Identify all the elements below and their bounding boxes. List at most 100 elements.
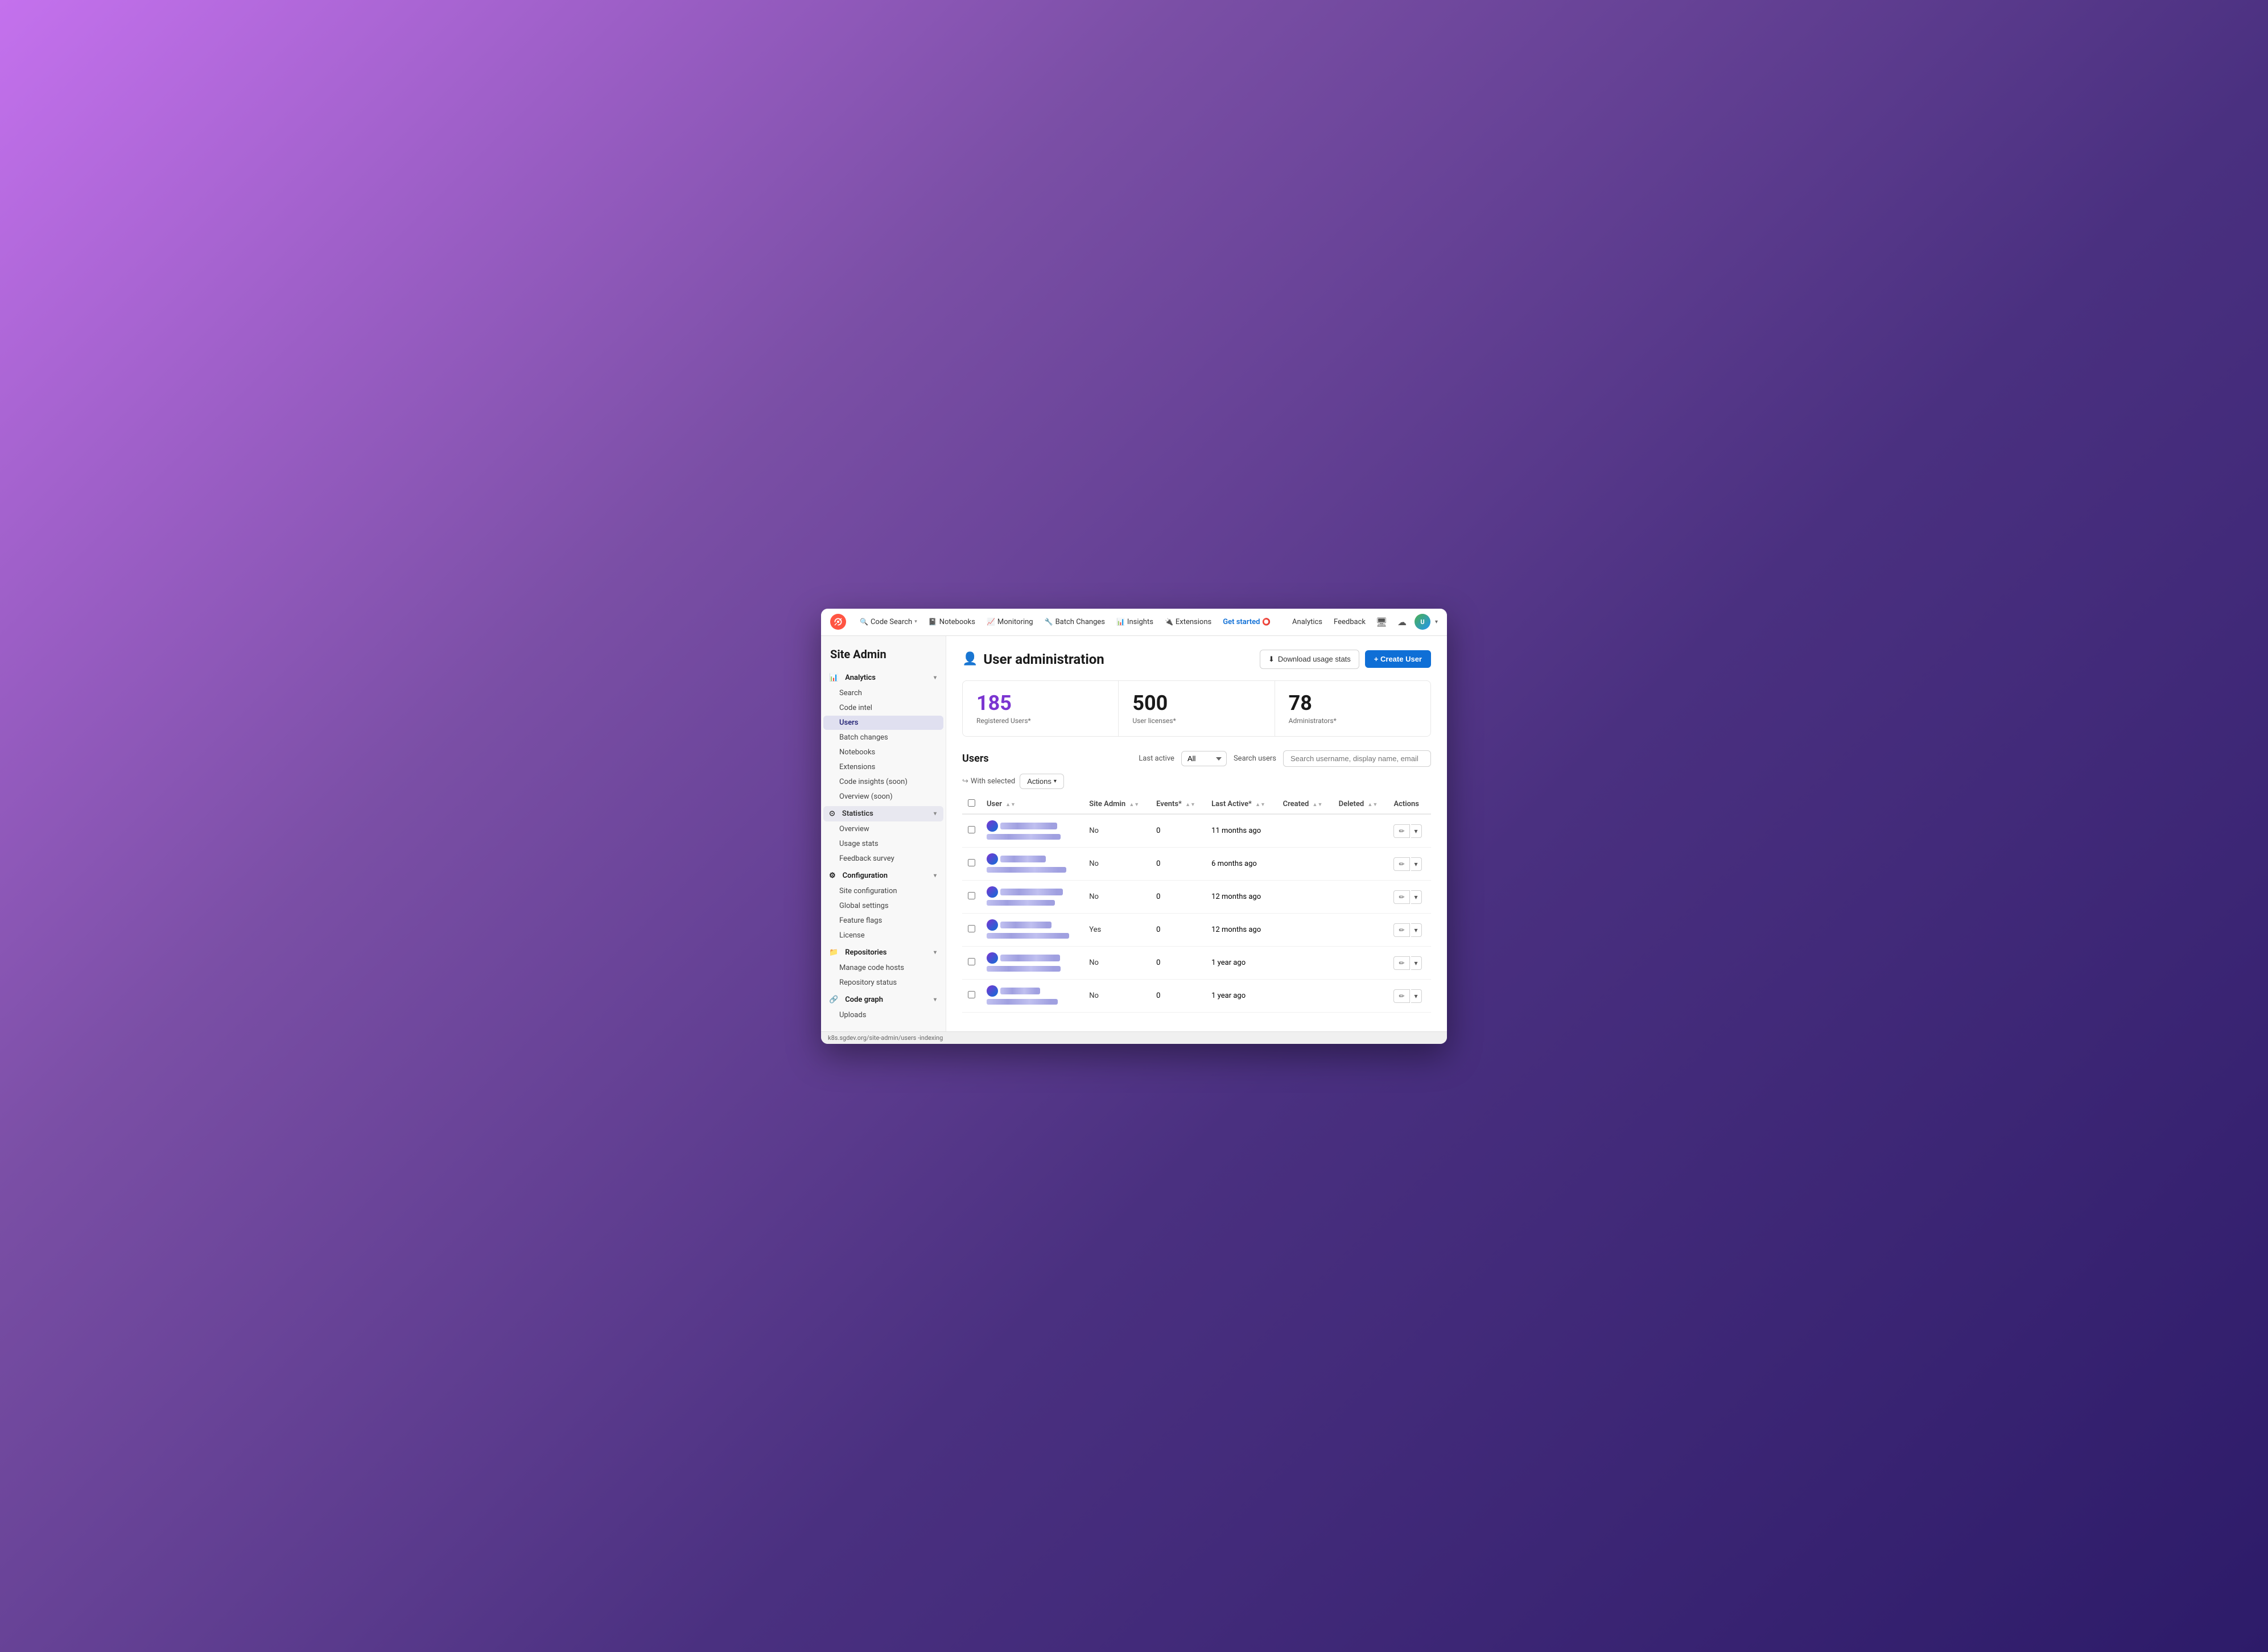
edit-button-3[interactable]: ✏ bbox=[1393, 923, 1409, 937]
sidebar-item-search[interactable]: Search bbox=[823, 686, 943, 700]
notifications-button[interactable]: 🖥 bbox=[1374, 614, 1389, 630]
last-active-sort-icons[interactable]: ▲▼ bbox=[1255, 803, 1265, 808]
events-sort-icons[interactable]: ▲▼ bbox=[1185, 803, 1195, 808]
registered-users-number: 185 bbox=[976, 692, 1104, 715]
action-dropdown-button-0[interactable]: ▾ bbox=[1411, 824, 1422, 838]
user-email-2 bbox=[987, 899, 1078, 907]
table-row: No 0 6 months ago ✏ ▾ bbox=[962, 848, 1431, 881]
row-checkbox-3[interactable] bbox=[968, 925, 975, 932]
sidebar-item-users[interactable]: Users bbox=[823, 716, 943, 730]
sidebar-item-notebooks[interactable]: Notebooks bbox=[823, 745, 943, 759]
action-dropdown-button-1[interactable]: ▾ bbox=[1411, 857, 1422, 871]
deleted-sort-icons[interactable]: ▲▼ bbox=[1367, 803, 1378, 808]
sidebar-batch-changes-label: Batch changes bbox=[839, 733, 888, 742]
actions-cell-0: ✏ ▾ bbox=[1388, 814, 1431, 848]
nav-insights[interactable]: 📊 Insights bbox=[1112, 616, 1158, 629]
created-sort-icons[interactable]: ▲▼ bbox=[1313, 803, 1323, 808]
user-email-blurred-4 bbox=[987, 966, 1061, 972]
deleted-cell-0 bbox=[1333, 814, 1388, 848]
stat-administrators: 78 Administrators* bbox=[1275, 681, 1430, 737]
sidebar-item-batch-changes[interactable]: Batch changes bbox=[823, 730, 943, 745]
events-cell-4: 0 bbox=[1151, 947, 1206, 980]
site-admin-sort-icons[interactable]: ▲▼ bbox=[1129, 803, 1139, 808]
create-user-button[interactable]: + Create User bbox=[1365, 650, 1431, 668]
nav-analytics[interactable]: Analytics bbox=[1289, 616, 1326, 629]
stat-user-licenses: 500 User licenses* bbox=[1118, 681, 1274, 737]
user-sort-icons[interactable]: ▲▼ bbox=[1005, 803, 1016, 808]
user-name-3[interactable] bbox=[987, 919, 1078, 931]
nav-code-search[interactable]: 🔍 Code Search ▾ bbox=[855, 616, 922, 629]
administrators-label: Administrators* bbox=[1289, 717, 1417, 725]
edit-button-5[interactable]: ✏ bbox=[1393, 989, 1409, 1003]
configuration-chevron-icon: ▾ bbox=[934, 873, 937, 879]
edit-button-4[interactable]: ✏ bbox=[1393, 956, 1409, 970]
user-name-blurred-4 bbox=[1000, 955, 1060, 961]
sidebar-section-statistics-header[interactable]: ⊙ Statistics ▾ bbox=[823, 806, 943, 821]
select-all-checkbox[interactable] bbox=[968, 799, 975, 807]
row-checkbox-5[interactable] bbox=[968, 991, 975, 998]
user-name-2[interactable] bbox=[987, 886, 1078, 898]
repositories-section-icon: 📁 bbox=[829, 948, 838, 957]
user-email-4 bbox=[987, 965, 1078, 973]
action-dropdown-button-5[interactable]: ▾ bbox=[1411, 989, 1422, 1003]
sidebar-item-repository-status[interactable]: Repository status bbox=[823, 976, 943, 990]
nav-monitoring[interactable]: 📈 Monitoring bbox=[982, 616, 1038, 629]
cloud-icon-button[interactable]: ☁ bbox=[1394, 614, 1410, 630]
sidebar-item-uploads[interactable]: Uploads bbox=[823, 1008, 943, 1022]
events-cell-2: 0 bbox=[1151, 881, 1206, 914]
sidebar-item-code-intel[interactable]: Code intel bbox=[823, 701, 943, 715]
sidebar-item-manage-code-hosts[interactable]: Manage code hosts bbox=[823, 961, 943, 975]
edit-button-1[interactable]: ✏ bbox=[1393, 857, 1409, 871]
download-usage-stats-button[interactable]: ⬇ Download usage stats bbox=[1260, 650, 1359, 669]
user-name-0[interactable] bbox=[987, 820, 1078, 832]
nav-extensions[interactable]: 🔌 Extensions bbox=[1160, 616, 1216, 629]
sidebar-code-intel-label: Code intel bbox=[839, 704, 872, 712]
user-email-1 bbox=[987, 866, 1078, 874]
events-cell-0: 0 bbox=[1151, 814, 1206, 848]
sidebar-item-overview-soon[interactable]: Overview (soon) bbox=[823, 790, 943, 804]
action-dropdown-button-4[interactable]: ▾ bbox=[1411, 956, 1422, 970]
user-admin-icon: 👤 bbox=[962, 652, 978, 666]
logo[interactable] bbox=[830, 614, 851, 630]
sidebar-users-label: Users bbox=[839, 718, 858, 727]
nav-feedback[interactable]: Feedback bbox=[1330, 616, 1369, 629]
sidebar-section-analytics-header[interactable]: 📊 Analytics ▾ bbox=[823, 670, 943, 685]
action-dropdown-button-3[interactable]: ▾ bbox=[1411, 923, 1422, 937]
nav-batch-changes[interactable]: 🔧 Batch Changes bbox=[1040, 616, 1110, 629]
user-name-1[interactable] bbox=[987, 853, 1078, 865]
row-checkbox-1[interactable] bbox=[968, 859, 975, 866]
table-row: No 0 11 months ago ✏ ▾ bbox=[962, 814, 1431, 848]
actions-button[interactable]: Actions ▾ bbox=[1020, 774, 1064, 789]
sidebar-section-configuration-header[interactable]: ⚙ Configuration ▾ bbox=[823, 868, 943, 883]
user-name-4[interactable] bbox=[987, 952, 1078, 964]
row-checkbox-0[interactable] bbox=[968, 826, 975, 833]
sidebar-notebooks-label: Notebooks bbox=[839, 748, 875, 757]
sidebar-item-site-configuration[interactable]: Site configuration bbox=[823, 884, 943, 898]
row-checkbox-2[interactable] bbox=[968, 892, 975, 899]
sidebar-item-code-insights-soon[interactable]: Code insights (soon) bbox=[823, 775, 943, 789]
user-name-5[interactable] bbox=[987, 985, 1078, 997]
edit-button-0[interactable]: ✏ bbox=[1393, 824, 1409, 838]
nav-notebooks[interactable]: 📓 Notebooks bbox=[924, 616, 980, 629]
user-avatar[interactable]: U bbox=[1415, 614, 1430, 630]
sidebar-item-extensions[interactable]: Extensions bbox=[823, 760, 943, 774]
site-admin-cell-2: No bbox=[1083, 881, 1151, 914]
last-active-select[interactable]: All bbox=[1181, 751, 1227, 766]
sidebar-section-repositories-header[interactable]: 📁 Repositories ▾ bbox=[823, 945, 943, 960]
sidebar-item-overview[interactable]: Overview bbox=[823, 822, 943, 836]
sidebar-section-code-graph-header[interactable]: 🔗 Code graph ▾ bbox=[823, 992, 943, 1007]
edit-button-2[interactable]: ✏ bbox=[1393, 890, 1409, 904]
sidebar-item-feature-flags[interactable]: Feature flags bbox=[823, 914, 943, 928]
sidebar-item-license[interactable]: License bbox=[823, 928, 943, 943]
with-selected-label: ↪ With selected bbox=[962, 777, 1015, 786]
sidebar-item-global-settings[interactable]: Global settings bbox=[823, 899, 943, 913]
nav-get-started[interactable]: Get started ⭕ bbox=[1218, 616, 1275, 629]
deleted-cell-5 bbox=[1333, 980, 1388, 1013]
sidebar: Site Admin 📊 Analytics ▾ Search Code int… bbox=[821, 636, 946, 1031]
action-dropdown-button-2[interactable]: ▾ bbox=[1411, 890, 1422, 904]
sidebar-item-feedback-survey[interactable]: Feedback survey bbox=[823, 852, 943, 866]
table-row: No 0 12 months ago ✏ ▾ bbox=[962, 881, 1431, 914]
sidebar-item-usage-stats[interactable]: Usage stats bbox=[823, 837, 943, 851]
row-checkbox-4[interactable] bbox=[968, 958, 975, 965]
search-input[interactable] bbox=[1283, 750, 1431, 767]
